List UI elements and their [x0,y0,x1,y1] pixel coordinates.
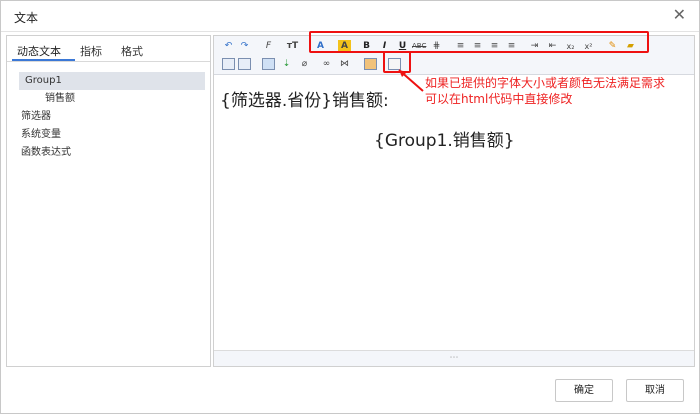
annotation-note-line2: 可以在html代码中直接修改 [425,92,573,106]
ok-button[interactable]: 确定 [555,379,613,402]
text-dialog: 文本 ✕ 动态文本 指标 格式 Group1 销售额 筛选器 系统变量 函数表达… [0,0,700,414]
annotation-arrow [398,69,424,92]
annotation-note-line1: 如果已提供的字体大小或者颜色无法满足需求 [425,76,666,90]
annotation-note: 如果已提供的字体大小或者颜色无法满足需求 可以在html代码中直接修改 [425,75,665,107]
cancel-button[interactable]: 取消 [626,379,684,402]
